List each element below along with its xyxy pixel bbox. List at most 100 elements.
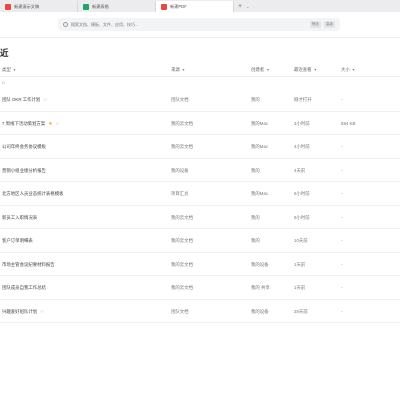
- file-name: 新员工入职情况表: [2, 214, 38, 220]
- row-name-cell: 公司年终会务协议模板: [2, 144, 46, 150]
- table-row[interactable]: 北方地区人员业态统计表格模板 项目汇总 我的Mac 6小时前 -: [0, 182, 400, 206]
- row-name-cell: 新员工入职情况表: [2, 215, 37, 221]
- column-header-source[interactable]: 来源 ▼: [171, 67, 185, 73]
- shared-icon: ⚇: [43, 97, 47, 102]
- file-name: 兴趣爱好组队计划: [2, 308, 38, 314]
- advanced-chip[interactable]: 高级: [323, 21, 335, 28]
- search-box[interactable]: 筛选 高级: [58, 18, 340, 31]
- row-last-viewed: 3小时前: [294, 120, 310, 126]
- table-row[interactable]: 营销小组业绩分析报告 我的设备 我的 4天前 -: [0, 159, 400, 182]
- file-name: 团队 OKR 工作计划: [2, 97, 41, 102]
- row-source: 我的云文档: [171, 238, 193, 243]
- row-source: 项目汇总: [171, 191, 189, 196]
- column-header-size[interactable]: 大小 ▼: [341, 67, 355, 73]
- section-marker: D: [2, 80, 5, 85]
- row-name-cell: 兴趣爱好组队计划 ⚇: [2, 309, 44, 315]
- chevron-down-icon: ▼: [181, 67, 186, 72]
- row-size: -: [341, 214, 343, 220]
- row-size: -: [341, 238, 343, 243]
- row-last-viewed: 28天前: [294, 308, 308, 314]
- shared-icon: ⚇: [40, 308, 44, 314]
- column-header-label: 类型: [2, 66, 11, 72]
- row-name-cell: 市场主管会议纪要材料报告: [2, 262, 55, 268]
- row-name-cell: 北方地区人员业态统计表格模板: [2, 191, 63, 197]
- row-creator: 我的设备: [251, 261, 269, 267]
- row-creator: 我的 共享: [251, 285, 270, 290]
- row-name-cell: 团队成员自我工作总结: [2, 285, 46, 291]
- column-header-last-viewed[interactable]: 最近查看 ▼: [294, 67, 317, 73]
- search-input[interactable]: [71, 22, 271, 27]
- table-body: 团队 OKR 工作计划 ⚇ 团队文档 我的 刚才打开 -7 周线下活动策划方案 ★ ⚇ 我的云文…: [0, 88, 400, 323]
- tab-new-presentation[interactable]: 新建演示文稿: [0, 1, 78, 12]
- file-name: 市场主管会议纪要材料报告: [2, 261, 55, 267]
- tab-bar: 新建演示文稿 新建表格 新建PDF + ⌄: [0, 0, 400, 12]
- row-source: 团队文档: [171, 97, 189, 102]
- tab-label: 新建表格: [92, 3, 109, 9]
- table-row[interactable]: 公司年终会务协议模板 我的云文档 我的Mac 4小时前 -: [0, 135, 400, 159]
- row-size: -: [341, 308, 343, 314]
- row-last-viewed: 4天前: [294, 167, 306, 173]
- table-row[interactable]: 团队 OKR 工作计划 ⚇ 团队文档 我的 刚才打开 -: [0, 88, 400, 112]
- row-last-viewed: 9小时前: [294, 214, 310, 220]
- row-name-cell: 营销小组业绩分析报告: [2, 168, 46, 174]
- tab-label: 新建PDF: [170, 3, 187, 9]
- row-size: -: [341, 144, 343, 149]
- spreadsheet-icon: [83, 3, 89, 10]
- chevron-down-icon: ▼: [12, 67, 17, 72]
- table-row[interactable]: 7 周线下活动策划方案 ★ ⚇ 我的云文档 我的Mac 3小时前 594 KB: [0, 112, 400, 135]
- row-last-viewed: 10天前: [294, 238, 308, 243]
- row-name-cell: 团队 OKR 工作计划 ⚇: [2, 97, 47, 103]
- tab-list-chevron-icon[interactable]: ⌄: [246, 1, 249, 12]
- column-header-label: 大小: [341, 66, 350, 72]
- row-last-viewed: 刚才打开: [294, 97, 312, 102]
- row-size: -: [341, 191, 343, 196]
- table-row[interactable]: 兴趣爱好组队计划 ⚇ 团队文档 我的设备 28天前 -: [0, 300, 400, 323]
- chevron-down-icon: ▼: [313, 67, 318, 72]
- filter-chip[interactable]: 筛选: [309, 21, 321, 28]
- tab-new-spreadsheet[interactable]: 新建表格: [78, 1, 156, 12]
- row-source: 我的云文档: [171, 120, 193, 126]
- shared-icon: ⚇: [55, 120, 60, 126]
- row-source: 团队文档: [171, 308, 189, 314]
- star-icon[interactable]: ★: [48, 121, 52, 127]
- recent-files-table: 类型 ▼ 来源 ▼ 创建者 ▼ 最近查看 ▼ 大小 ▼ D 团队 OKR 工作计划 ⚇ 团队文…: [0, 63, 400, 323]
- presentation-icon: [5, 3, 11, 10]
- tab-label: 新建演示文稿: [14, 3, 40, 9]
- file-name: 7 周线下活动策划方案: [2, 120, 46, 126]
- table-row[interactable]: 客户订单明细表 我的云文档 我的 10天前 -: [0, 229, 400, 253]
- page-title: 近: [0, 48, 9, 58]
- row-creator: 我的Mac: [251, 120, 269, 126]
- table-header: 类型 ▼ 来源 ▼ 创建者 ▼ 最近查看 ▼ 大小 ▼: [0, 63, 400, 77]
- file-name: 客户订单明细表: [2, 238, 33, 243]
- column-header-label: 最近查看: [294, 66, 312, 72]
- tab-new-pdf[interactable]: 新建PDF: [156, 1, 234, 12]
- search-icon: [63, 22, 68, 27]
- column-header-label: 来源: [171, 66, 180, 72]
- row-creator: 我的: [251, 214, 260, 220]
- top-bar: 筛选 高级: [0, 12, 400, 38]
- file-name: 团队成员自我工作总结: [2, 285, 46, 290]
- row-size: -: [341, 261, 343, 267]
- row-source: 我的云文档: [171, 285, 193, 290]
- table-row[interactable]: 市场主管会议纪要材料报告 我的云文档 我的设备 1天前 -: [0, 253, 400, 276]
- row-creator: 我的Mac: [251, 191, 269, 196]
- row-size: -: [341, 285, 343, 290]
- chevron-down-icon: ▼: [351, 67, 356, 72]
- column-header-creator[interactable]: 创建者 ▼: [251, 67, 270, 73]
- row-name-cell: 客户订单明细表: [2, 238, 33, 244]
- row-size: -: [341, 97, 343, 102]
- file-name: 营销小组业绩分析报告: [2, 167, 46, 173]
- row-last-viewed: 1天前: [294, 285, 306, 290]
- row-creator: 我的设备: [251, 308, 269, 314]
- table-row[interactable]: 团队成员自我工作总结 我的云文档 我的 共享 1天前 -: [0, 276, 400, 300]
- chevron-down-icon: ▼: [266, 67, 270, 72]
- row-creator: 我的Mac: [251, 144, 269, 149]
- row-last-viewed: 1天前: [294, 261, 306, 267]
- file-name: 公司年终会务协议模板: [2, 144, 46, 149]
- row-source: 我的设备: [171, 167, 189, 173]
- table-row[interactable]: 新员工入职情况表 我的云文档 我的 9小时前 -: [0, 206, 400, 229]
- row-creator: 我的: [251, 167, 260, 173]
- column-header-type[interactable]: 类型 ▼: [2, 67, 16, 73]
- row-source: 我的云文档: [171, 261, 193, 267]
- new-tab-button[interactable]: +: [234, 1, 246, 12]
